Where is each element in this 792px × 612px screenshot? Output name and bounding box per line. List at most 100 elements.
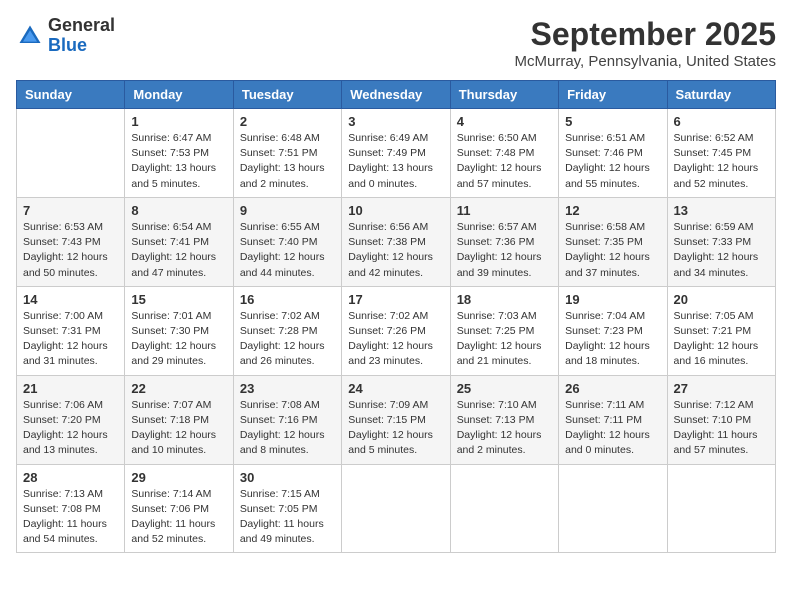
calendar-cell: 29 Sunrise: 7:14 AM Sunset: 7:06 PM Dayli… (125, 464, 233, 553)
day-info: Sunrise: 6:53 AM Sunset: 7:43 PM Dayligh… (23, 220, 118, 281)
day-number: 17 (348, 292, 443, 307)
day-info: Sunrise: 6:48 AM Sunset: 7:51 PM Dayligh… (240, 131, 335, 192)
calendar-cell: 16 Sunrise: 7:02 AM Sunset: 7:28 PM Dayli… (233, 286, 341, 375)
day-info: Sunrise: 6:59 AM Sunset: 7:33 PM Dayligh… (674, 220, 769, 281)
day-number: 5 (565, 114, 660, 129)
calendar-cell: 17Sunrise: 7:02 AM Sunset: 7:26 PM Dayli… (342, 286, 450, 375)
day-number: 7 (23, 203, 118, 218)
day-number: 23 (240, 381, 335, 396)
weekday-header: Friday (559, 81, 667, 109)
calendar-cell (667, 464, 775, 553)
logo: General Blue (16, 16, 115, 56)
day-number: 6 (674, 114, 769, 129)
calendar-cell: 12 Sunrise: 6:58 AM Sunset: 7:35 PM Dayli… (559, 197, 667, 286)
calendar-cell: 1 Sunrise: 6:47 AM Sunset: 7:53 PM Daylig… (125, 109, 233, 198)
calendar-cell: 4Sunrise: 6:50 AM Sunset: 7:48 PM Daylig… (450, 109, 558, 198)
day-number: 22 (131, 381, 226, 396)
weekday-header: Tuesday (233, 81, 341, 109)
calendar-cell: 19Sunrise: 7:04 AM Sunset: 7:23 PM Dayli… (559, 286, 667, 375)
day-number: 29 (131, 470, 226, 485)
calendar-cell: 13Sunrise: 6:59 AM Sunset: 7:33 PM Dayli… (667, 197, 775, 286)
calendar-header-row: SundayMondayTuesdayWednesdayThursdayFrid… (17, 81, 776, 109)
title-block: September 2025 McMurray, Pennsylvania, U… (515, 16, 777, 70)
day-info: Sunrise: 6:54 AM Sunset: 7:41 PM Dayligh… (131, 220, 226, 281)
day-info: Sunrise: 7:02 AM Sunset: 7:28 PM Dayligh… (240, 309, 335, 370)
day-number: 12 (565, 203, 660, 218)
page-header: General Blue September 2025 McMurray, Pe… (16, 16, 776, 70)
calendar-cell: 28 Sunrise: 7:13 AM Sunset: 7:08 PM Dayli… (17, 464, 125, 553)
day-number: 27 (674, 381, 769, 396)
day-number: 2 (240, 114, 335, 129)
day-number: 25 (457, 381, 552, 396)
calendar-cell: 6Sunrise: 6:52 AM Sunset: 7:45 PM Daylig… (667, 109, 775, 198)
calendar-cell: 10 Sunrise: 6:56 AM Sunset: 7:38 PM Dayli… (342, 197, 450, 286)
calendar-cell: 14 Sunrise: 7:00 AM Sunset: 7:31 PM Dayli… (17, 286, 125, 375)
day-info: Sunrise: 7:14 AM Sunset: 7:06 PM Dayligh… (131, 487, 226, 548)
day-info: Sunrise: 6:47 AM Sunset: 7:53 PM Dayligh… (131, 131, 226, 192)
day-info: Sunrise: 6:58 AM Sunset: 7:35 PM Dayligh… (565, 220, 660, 281)
day-info: Sunrise: 7:00 AM Sunset: 7:31 PM Dayligh… (23, 309, 118, 370)
calendar-week-row: 7 Sunrise: 6:53 AM Sunset: 7:43 PM Daylig… (17, 197, 776, 286)
day-number: 9 (240, 203, 335, 218)
day-info: Sunrise: 7:15 AM Sunset: 7:05 PM Dayligh… (240, 487, 335, 548)
calendar-cell: 18 Sunrise: 7:03 AM Sunset: 7:25 PM Dayli… (450, 286, 558, 375)
day-info: Sunrise: 6:49 AM Sunset: 7:49 PM Dayligh… (348, 131, 443, 192)
day-number: 30 (240, 470, 335, 485)
day-info: Sunrise: 6:56 AM Sunset: 7:38 PM Dayligh… (348, 220, 443, 281)
calendar-cell: 9 Sunrise: 6:55 AM Sunset: 7:40 PM Daylig… (233, 197, 341, 286)
logo-icon (16, 22, 44, 50)
day-number: 16 (240, 292, 335, 307)
day-number: 11 (457, 203, 552, 218)
calendar-cell (559, 464, 667, 553)
weekday-header: Sunday (17, 81, 125, 109)
calendar-cell: 30 Sunrise: 7:15 AM Sunset: 7:05 PM Dayli… (233, 464, 341, 553)
day-info: Sunrise: 7:10 AM Sunset: 7:13 PM Dayligh… (457, 398, 552, 459)
calendar-cell: 5Sunrise: 6:51 AM Sunset: 7:46 PM Daylig… (559, 109, 667, 198)
calendar-cell (17, 109, 125, 198)
calendar-cell: 21 Sunrise: 7:06 AM Sunset: 7:20 PM Dayli… (17, 375, 125, 464)
day-number: 15 (131, 292, 226, 307)
weekday-header: Wednesday (342, 81, 450, 109)
day-info: Sunrise: 7:01 AM Sunset: 7:30 PM Dayligh… (131, 309, 226, 370)
day-info: Sunrise: 7:09 AM Sunset: 7:15 PM Dayligh… (348, 398, 443, 459)
calendar-cell: 3 Sunrise: 6:49 AM Sunset: 7:49 PM Daylig… (342, 109, 450, 198)
calendar-week-row: 1 Sunrise: 6:47 AM Sunset: 7:53 PM Daylig… (17, 109, 776, 198)
calendar-cell (450, 464, 558, 553)
day-info: Sunrise: 7:13 AM Sunset: 7:08 PM Dayligh… (23, 487, 118, 548)
location: McMurray, Pennsylvania, United States (515, 53, 777, 70)
calendar-cell: 15 Sunrise: 7:01 AM Sunset: 7:30 PM Dayli… (125, 286, 233, 375)
day-info: Sunrise: 6:57 AM Sunset: 7:36 PM Dayligh… (457, 220, 552, 281)
calendar-cell: 27Sunrise: 7:12 AM Sunset: 7:10 PM Dayli… (667, 375, 775, 464)
calendar-cell: 7 Sunrise: 6:53 AM Sunset: 7:43 PM Daylig… (17, 197, 125, 286)
day-info: Sunrise: 6:55 AM Sunset: 7:40 PM Dayligh… (240, 220, 335, 281)
day-info: Sunrise: 7:05 AM Sunset: 7:21 PM Dayligh… (674, 309, 769, 370)
day-number: 20 (674, 292, 769, 307)
calendar-cell: 8Sunrise: 6:54 AM Sunset: 7:41 PM Daylig… (125, 197, 233, 286)
day-info: Sunrise: 7:08 AM Sunset: 7:16 PM Dayligh… (240, 398, 335, 459)
day-info: Sunrise: 7:03 AM Sunset: 7:25 PM Dayligh… (457, 309, 552, 370)
day-number: 28 (23, 470, 118, 485)
day-number: 26 (565, 381, 660, 396)
calendar-table: SundayMondayTuesdayWednesdayThursdayFrid… (16, 80, 776, 553)
calendar-cell: 11 Sunrise: 6:57 AM Sunset: 7:36 PM Dayli… (450, 197, 558, 286)
month-title: September 2025 (515, 16, 777, 53)
day-number: 1 (131, 114, 226, 129)
day-info: Sunrise: 7:07 AM Sunset: 7:18 PM Dayligh… (131, 398, 226, 459)
calendar-week-row: 14 Sunrise: 7:00 AM Sunset: 7:31 PM Dayli… (17, 286, 776, 375)
day-number: 21 (23, 381, 118, 396)
weekday-header: Saturday (667, 81, 775, 109)
day-info: Sunrise: 7:11 AM Sunset: 7:11 PM Dayligh… (565, 398, 660, 459)
day-number: 18 (457, 292, 552, 307)
day-info: Sunrise: 7:04 AM Sunset: 7:23 PM Dayligh… (565, 309, 660, 370)
calendar-cell: 22 Sunrise: 7:07 AM Sunset: 7:18 PM Dayli… (125, 375, 233, 464)
calendar-cell: 25 Sunrise: 7:10 AM Sunset: 7:13 PM Dayli… (450, 375, 558, 464)
calendar-cell: 2 Sunrise: 6:48 AM Sunset: 7:51 PM Daylig… (233, 109, 341, 198)
day-number: 14 (23, 292, 118, 307)
calendar-cell: 20 Sunrise: 7:05 AM Sunset: 7:21 PM Dayli… (667, 286, 775, 375)
day-info: Sunrise: 7:06 AM Sunset: 7:20 PM Dayligh… (23, 398, 118, 459)
day-number: 3 (348, 114, 443, 129)
calendar-week-row: 28 Sunrise: 7:13 AM Sunset: 7:08 PM Dayli… (17, 464, 776, 553)
day-number: 24 (348, 381, 443, 396)
day-number: 10 (348, 203, 443, 218)
day-number: 4 (457, 114, 552, 129)
